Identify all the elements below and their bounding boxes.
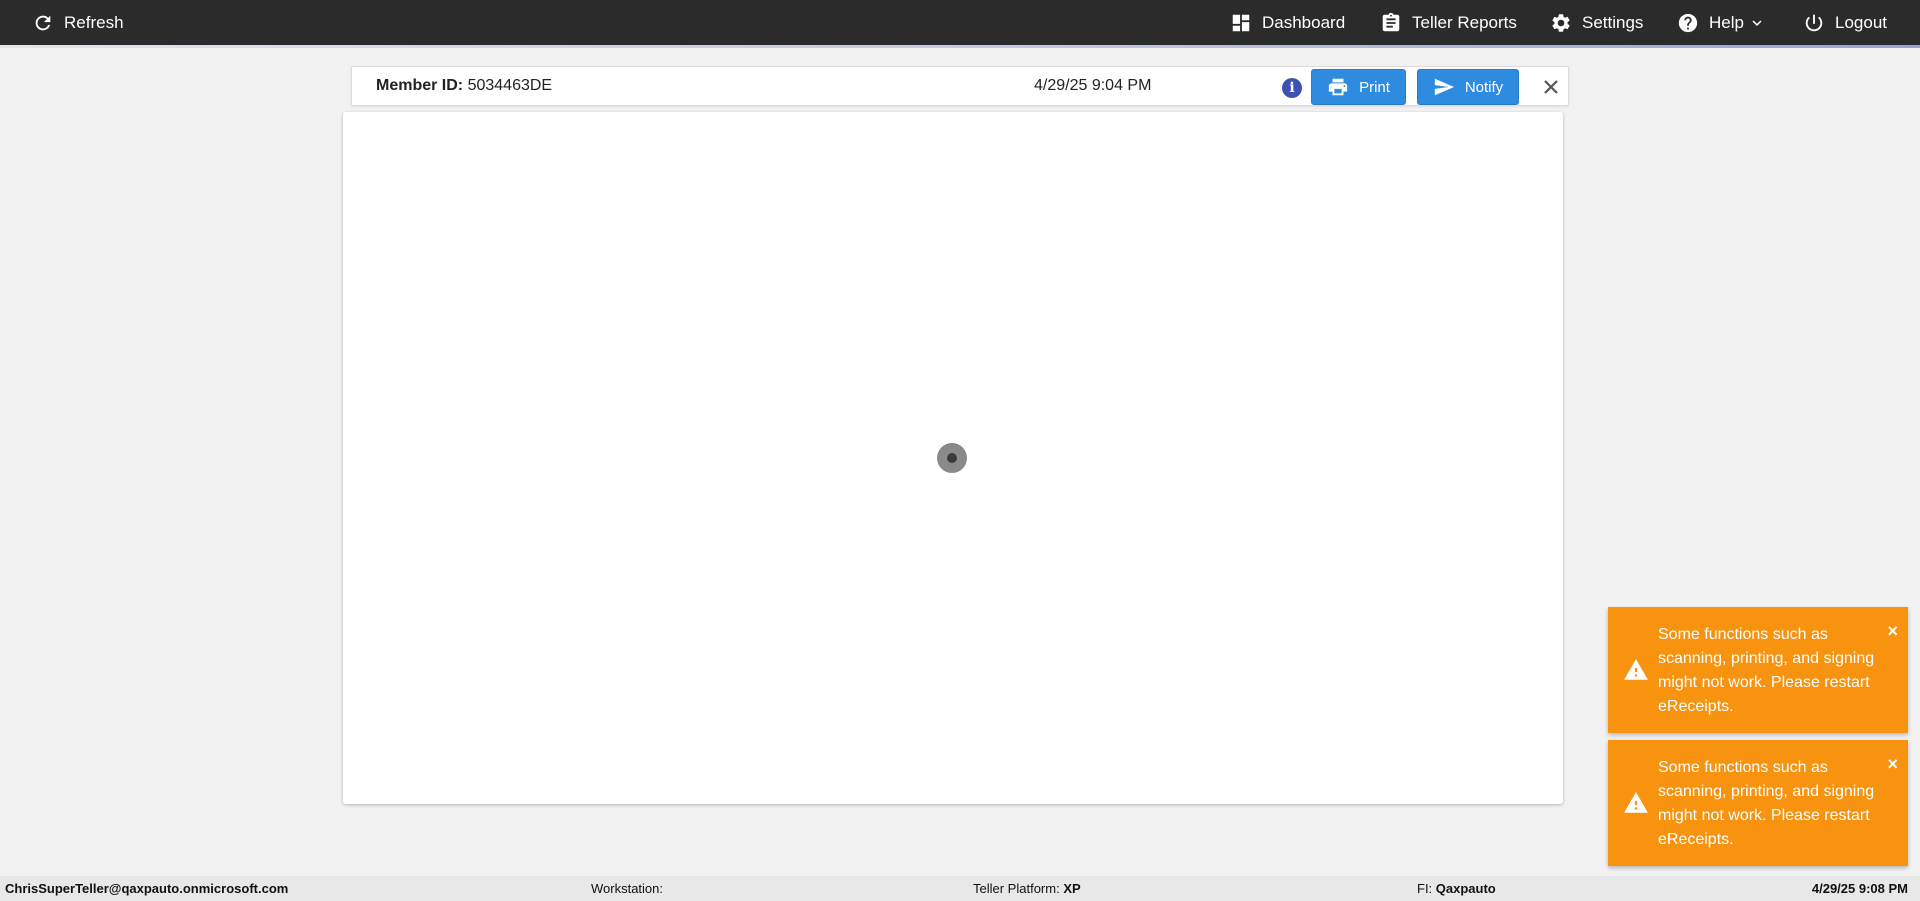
footer-user: ChrisSuperTeller@qaxpauto.onmicrosoft.co…	[5, 881, 289, 896]
nav-dashboard-label: Dashboard	[1262, 12, 1346, 32]
footer-teller-platform: Teller Platform: XP	[973, 881, 1081, 896]
nav-teller-reports-label: Teller Reports	[1412, 12, 1517, 32]
dashboard-icon	[1232, 14, 1250, 31]
loading-spinner	[937, 443, 967, 473]
top-nav-bar: Refresh Dashboard Teller Reports Setting…	[0, 0, 1920, 45]
nav-teller-reports[interactable]: Teller Reports	[1380, 0, 1517, 45]
help-icon	[1678, 13, 1698, 32]
toast-message: Some functions such as scanning, printin…	[1658, 626, 1875, 715]
member-id-label: Member ID:	[376, 77, 464, 94]
notify-label: Notify	[1464, 78, 1504, 96]
notify-button[interactable]: Notify	[1417, 69, 1519, 105]
nav-help-label: Help	[1709, 12, 1744, 32]
member-id-value: 5034463DE	[467, 77, 553, 94]
power-icon	[1805, 14, 1823, 31]
refresh-icon	[35, 15, 51, 30]
footer-fi: FI: Qaxpauto	[1417, 881, 1496, 896]
close-icon	[1544, 80, 1558, 94]
receipt-timestamp: 4/29/25 9:04 PM	[1034, 77, 1152, 94]
nav-settings-label: Settings	[1582, 12, 1644, 32]
teller-platform-label: Teller Platform:	[973, 881, 1060, 896]
fi-label: FI:	[1417, 881, 1433, 896]
teller-platform-value: XP	[1063, 881, 1081, 896]
gear-icon	[1552, 13, 1570, 32]
send-icon	[1434, 78, 1454, 96]
info-icon[interactable]: i	[1282, 78, 1302, 98]
warning-icon	[1624, 659, 1648, 680]
footer-datetime: 4/29/25 9:08 PM	[1811, 881, 1908, 896]
toast-close-button[interactable]: ×	[1887, 755, 1898, 773]
member-id: Member ID: 5034463DE	[376, 77, 552, 95]
clipboard-icon	[1382, 12, 1400, 31]
topbar-accent-line	[0, 45, 1920, 48]
print-label: Print	[1359, 78, 1390, 96]
nav-logout[interactable]: Logout	[1803, 0, 1887, 45]
printer-icon	[1328, 78, 1348, 96]
nav-logout-label: Logout	[1835, 12, 1887, 32]
toast-message: Some functions such as scanning, printin…	[1658, 759, 1875, 848]
print-button[interactable]: Print	[1311, 69, 1406, 105]
refresh-button[interactable]: Refresh	[32, 0, 124, 45]
toast-close-button[interactable]: ×	[1887, 622, 1898, 640]
fi-value: Qaxpauto	[1435, 881, 1496, 896]
workstation-label: Workstation:	[591, 881, 664, 896]
receipt-header: Member ID: 5034463DE 4/29/25 9:04 PM i P…	[351, 66, 1569, 106]
warning-toast: Some functions such as scanning, printin…	[1608, 740, 1908, 866]
warning-toast: Some functions such as scanning, printin…	[1608, 607, 1908, 733]
footer-workstation: Workstation:	[591, 881, 663, 896]
close-receipt-button[interactable]	[1539, 75, 1563, 99]
status-bar: ChrisSuperTeller@qaxpauto.onmicrosoft.co…	[0, 876, 1920, 901]
refresh-label: Refresh	[64, 12, 124, 32]
chevron-down-icon	[1752, 19, 1762, 26]
nav-settings[interactable]: Settings	[1550, 0, 1643, 45]
nav-dashboard[interactable]: Dashboard	[1230, 0, 1345, 45]
nav-help-dropdown[interactable]: Help	[1677, 0, 1766, 45]
receipt-preview-panel	[343, 112, 1563, 804]
warning-icon	[1624, 792, 1648, 813]
